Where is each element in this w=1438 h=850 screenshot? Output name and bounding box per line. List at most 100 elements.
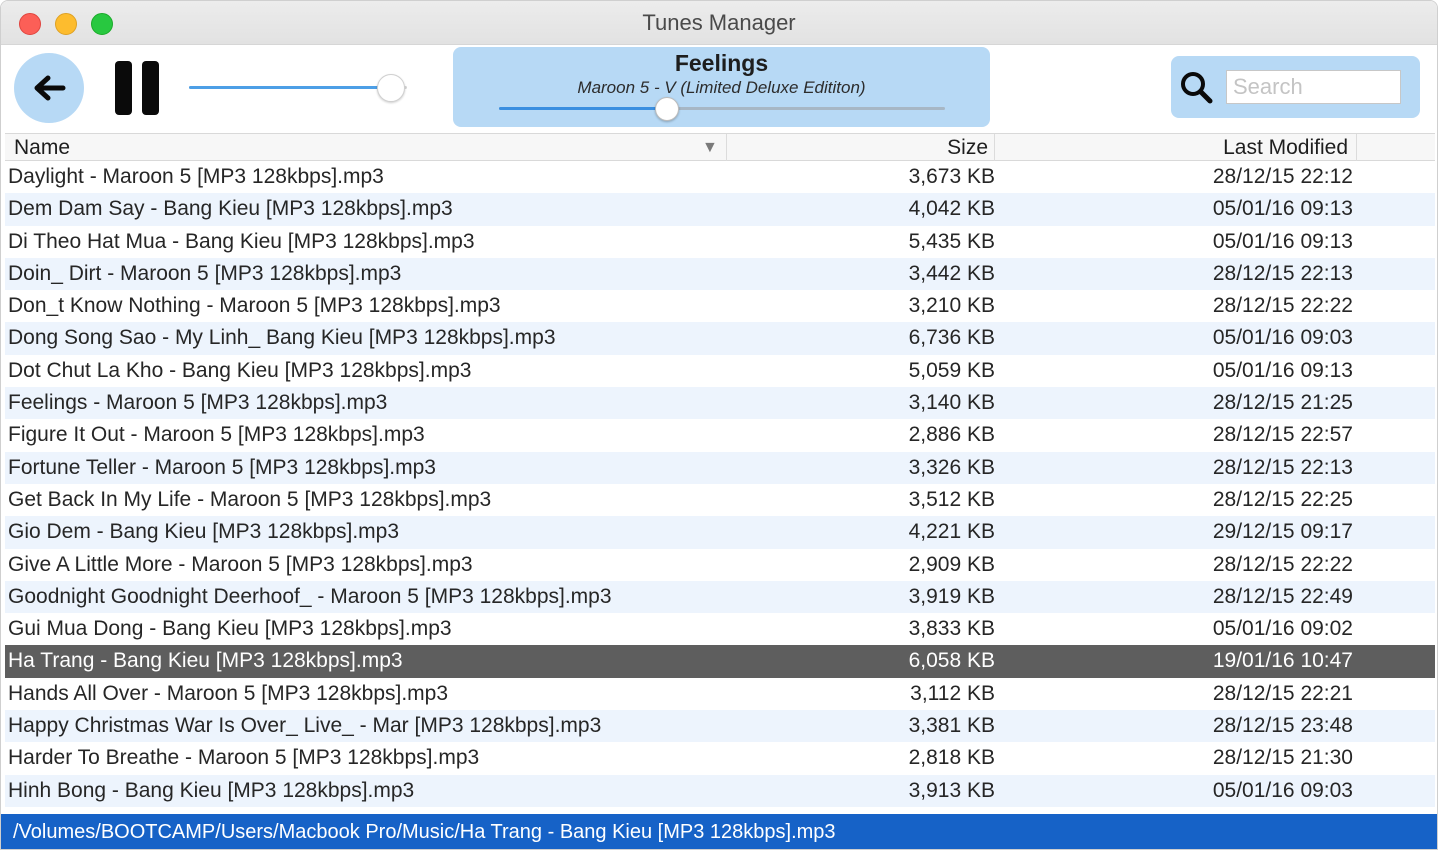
- cell-size: 5,059 KB: [908, 358, 995, 382]
- table-row[interactable]: Dem Dam Say - Bang Kieu [MP3 128kbps].mp…: [5, 193, 1435, 226]
- volume-slider-knob[interactable]: [376, 74, 405, 102]
- search-input[interactable]: [1226, 70, 1401, 104]
- table-row[interactable]: Dot Chut La Kho - Bang Kieu [MP3 128kbps…: [5, 355, 1435, 387]
- sort-descending-icon[interactable]: ▼: [702, 137, 718, 159]
- cell-name: Figure It Out - Maroon 5 [MP3 128kbps].m…: [8, 423, 425, 447]
- table-row[interactable]: Gui Mua Dong - Bang Kieu [MP3 128kbps].m…: [5, 613, 1435, 645]
- table-row[interactable]: Goodnight Goodnight Deerhoof_ - Maroon 5…: [5, 580, 1435, 614]
- cell-size: 3,326 KB: [908, 455, 995, 479]
- table-row[interactable]: Daylight - Maroon 5 [MP3 128kbps].mp3 3,6…: [5, 161, 1435, 193]
- cell-last-modified: 28/12/15 22:49: [1212, 584, 1353, 608]
- cell-name: Gio Dem - Bang Kieu [MP3 128kbps].mp3: [8, 520, 400, 544]
- title-bar: Tunes Manager: [1, 1, 1437, 45]
- column-header-size[interactable]: Size: [727, 134, 995, 161]
- progress-slider-knob[interactable]: [655, 97, 680, 121]
- cell-size: 2,886 KB: [908, 423, 995, 447]
- cell-name: Dem Dam Say - Bang Kieu [MP3 128kbps].mp…: [8, 197, 453, 221]
- cell-last-modified: 05/01/16 09:13: [1212, 229, 1353, 253]
- cell-size: 6,058 KB: [908, 649, 995, 673]
- file-table-header: Name ▼ Size Last Modified: [5, 133, 1435, 161]
- cell-last-modified: 28/12/15 23:48: [1212, 714, 1353, 738]
- cell-last-modified: 05/01/16 09:03: [1212, 778, 1353, 802]
- table-row[interactable]: Hinh Bong - Bang Kieu [MP3 128kbps].mp3 3…: [5, 774, 1435, 807]
- table-row[interactable]: Di Theo Hat Mua - Bang Kieu [MP3 128kbps…: [5, 226, 1435, 258]
- cell-last-modified: 28/12/15 22:22: [1212, 552, 1353, 576]
- cell-name: Di Theo Hat Mua - Bang Kieu [MP3 128kbps…: [8, 229, 475, 253]
- column-header-last-modified[interactable]: Last Modified: [995, 134, 1357, 161]
- progress-track-fill: [499, 107, 666, 110]
- cell-size: 3,512 KB: [908, 487, 995, 511]
- cell-name: Gui Mua Dong - Bang Kieu [MP3 128kbps].m…: [8, 617, 452, 641]
- app-window: Tunes Manager Feelings Maroon 5 - V (Lim…: [0, 0, 1438, 850]
- file-table-body: Daylight - Maroon 5 [MP3 128kbps].mp3 3,6…: [5, 161, 1435, 807]
- pause-button[interactable]: [109, 59, 165, 117]
- volume-slider[interactable]: [189, 73, 421, 103]
- cell-name: Doin_ Dirt - Maroon 5 [MP3 128kbps].mp3: [8, 261, 402, 285]
- table-row[interactable]: Happy Christmas War Is Over_ Live_ - Mar…: [5, 710, 1435, 743]
- magnifier-icon[interactable]: [1179, 70, 1215, 106]
- column-header-name[interactable]: Name: [5, 134, 727, 161]
- volume-track-fill: [189, 86, 387, 89]
- cell-name: Dong Song Sao - My Linh_ Bang Kieu [MP3 …: [8, 326, 556, 350]
- player-toolbar: Feelings Maroon 5 - V (Limited Deluxe Ed…: [1, 45, 1437, 133]
- cell-size: 2,909 KB: [908, 552, 995, 576]
- now-playing-panel: Feelings Maroon 5 - V (Limited Deluxe Ed…: [453, 47, 990, 127]
- table-row[interactable]: Figure It Out - Maroon 5 [MP3 128kbps].m…: [5, 419, 1435, 451]
- cell-name: Goodnight Goodnight Deerhoof_ - Maroon 5…: [8, 584, 612, 608]
- table-row[interactable]: Gio Dem - Bang Kieu [MP3 128kbps].mp3 4,2…: [5, 516, 1435, 549]
- cell-last-modified: 28/12/15 22:12: [1212, 165, 1353, 188]
- table-row[interactable]: Dong Song Sao - My Linh_ Bang Kieu [MP3 …: [5, 322, 1435, 355]
- cell-last-modified: 28/12/15 21:25: [1212, 391, 1353, 415]
- cell-last-modified: 05/01/16 09:13: [1212, 197, 1353, 221]
- column-header-last-modified-label: Last Modified: [1223, 136, 1348, 159]
- cell-name: Get Back In My Life - Maroon 5 [MP3 128k…: [8, 487, 492, 511]
- cell-size: 3,210 KB: [908, 294, 995, 318]
- cell-size: 3,913 KB: [908, 778, 995, 802]
- cell-last-modified: 28/12/15 21:30: [1212, 746, 1353, 770]
- cell-name: Harder To Breathe - Maroon 5 [MP3 128kbp…: [8, 746, 480, 770]
- cell-name: Feelings - Maroon 5 [MP3 128kbps].mp3: [8, 391, 388, 415]
- cell-last-modified: 19/01/16 10:47: [1212, 649, 1353, 673]
- cell-size: 3,112 KB: [910, 681, 995, 705]
- cell-size: 3,442 KB: [908, 261, 995, 285]
- cell-size: 2,818 KB: [908, 746, 995, 770]
- cell-last-modified: 28/12/15 22:25: [1212, 487, 1353, 511]
- table-row[interactable]: Fortune Teller - Maroon 5 [MP3 128kbps].…: [5, 451, 1435, 484]
- cell-last-modified: 05/01/16 09:13: [1212, 358, 1353, 382]
- now-playing-title: Feelings: [674, 50, 769, 76]
- table-row[interactable]: Doin_ Dirt - Maroon 5 [MP3 128kbps].mp3 3…: [5, 257, 1435, 291]
- cell-last-modified: 28/12/15 22:22: [1212, 294, 1353, 318]
- now-playing-artist-album: Maroon 5 - V (Limited Deluxe Edititon): [577, 78, 866, 97]
- cell-name: Hands All Over - Maroon 5 [MP3 128kbps].…: [8, 681, 449, 705]
- table-row-selected[interactable]: Ha Trang - Bang Kieu [MP3 128kbps].mp3 6,…: [5, 645, 1435, 678]
- pause-icon-bar: [142, 61, 159, 115]
- cell-size: 3,833 KB: [908, 617, 995, 641]
- cell-last-modified: 05/01/16 09:02: [1212, 617, 1353, 641]
- playback-progress-slider[interactable]: [499, 97, 945, 121]
- cell-size: 6,736 KB: [908, 326, 995, 350]
- cell-name: Ha Trang - Bang Kieu [MP3 128kbps].mp3: [8, 649, 403, 673]
- column-header-name-label: Name: [14, 136, 71, 159]
- cell-name: Happy Christmas War Is Over_ Live_ - Mar…: [8, 714, 602, 738]
- cell-size: 5,435 KB: [908, 229, 995, 253]
- cell-last-modified: 28/12/15 22:13: [1212, 455, 1353, 479]
- cell-last-modified: 29/12/15 09:17: [1212, 520, 1353, 544]
- cell-last-modified: 05/01/16 09:03: [1212, 326, 1353, 350]
- cell-last-modified: 28/12/15 22:21: [1212, 681, 1353, 705]
- column-header-size-label: Size: [947, 136, 988, 159]
- table-row[interactable]: Don_t Know Nothing - Maroon 5 [MP3 128kb…: [5, 290, 1435, 322]
- cell-size: 3,673 KB: [908, 165, 995, 188]
- table-row[interactable]: Harder To Breathe - Maroon 5 [MP3 128kbp…: [5, 742, 1435, 774]
- cell-name: Daylight - Maroon 5 [MP3 128kbps].mp3: [8, 165, 384, 188]
- table-row[interactable]: Feelings - Maroon 5 [MP3 128kbps].mp3 3,1…: [5, 387, 1435, 420]
- cell-last-modified: 28/12/15 22:13: [1212, 261, 1353, 285]
- table-row[interactable]: Give A Little More - Maroon 5 [MP3 128kb…: [5, 549, 1435, 581]
- table-row[interactable]: Hands All Over - Maroon 5 [MP3 128kbps].…: [5, 678, 1435, 710]
- status-bar-path: /Volumes/BOOTCAMP/Users/Macbook Pro/Musi…: [1, 814, 1437, 849]
- search-panel: [1171, 56, 1420, 118]
- back-button[interactable]: [14, 53, 84, 123]
- cell-name: Don_t Know Nothing - Maroon 5 [MP3 128kb…: [8, 294, 501, 318]
- table-row[interactable]: Get Back In My Life - Maroon 5 [MP3 128k…: [5, 484, 1435, 516]
- cell-name: Hinh Bong - Bang Kieu [MP3 128kbps].mp3: [8, 778, 415, 802]
- cell-size: 4,221 KB: [908, 520, 995, 544]
